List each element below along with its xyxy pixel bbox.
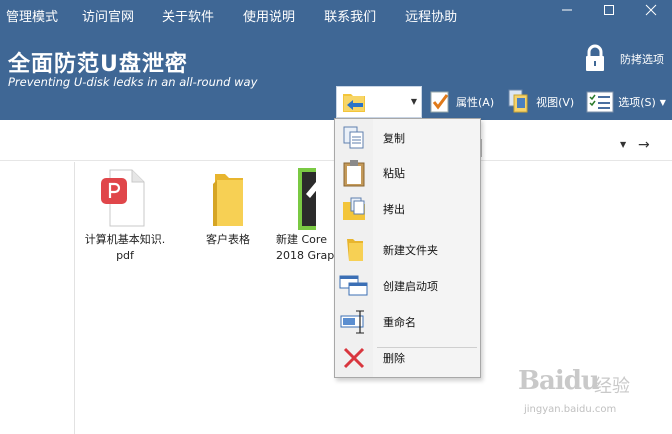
menu-official-site[interactable]: 访问官网 (82, 0, 134, 28)
minimize-button[interactable] (546, 0, 588, 20)
folder-icon (183, 168, 273, 232)
options-label: 选项(S) (618, 96, 656, 109)
watermark-cn: 经验 (594, 376, 630, 397)
menu-contact[interactable]: 联系我们 (324, 0, 376, 28)
view-label: 视图(V) (536, 96, 575, 109)
menu-item-export[interactable]: 拷出 (335, 192, 480, 226)
menu-item-rename-label: 重命名 (383, 316, 416, 329)
options-button[interactable]: 选项(S) ▼ (582, 88, 670, 116)
minimize-icon (562, 9, 572, 11)
menu-manage-mode[interactable]: 管理模式 (6, 0, 58, 28)
maximize-icon (604, 5, 614, 15)
menu-item-export-label: 拷出 (383, 203, 405, 216)
delete-x-icon (335, 346, 373, 370)
file-name-line1: 计算机基本知识. (84, 233, 166, 246)
menu-remote[interactable]: 远程协助 (405, 0, 457, 28)
menu-item-rename[interactable]: 重命名 (335, 305, 480, 339)
menubar: 管理模式 访问官网 关于软件 使用说明 联系我们 远程协助 (0, 0, 457, 28)
menu-item-paste-label: 粘贴 (383, 167, 405, 180)
app-window: 管理模式 访问官网 关于软件 使用说明 联系我们 远程协助 全面防范U盘泄密 P… (0, 0, 672, 434)
options-icon (586, 91, 614, 113)
menu-item-create-startup-label: 创建启动项 (383, 280, 438, 293)
folder-icon (335, 237, 373, 263)
go-arrow-icon[interactable]: → (638, 137, 650, 153)
menu-item-delete-label: 删除 (383, 352, 405, 365)
menu-item-paste[interactable]: 粘贴 (335, 156, 480, 190)
menu-item-new-folder[interactable]: 新建文件夹 (335, 233, 480, 267)
context-menu: 复制 粘贴 拷出 新建文件夹 创建启动项 重命名 删除 (334, 118, 481, 378)
menu-about[interactable]: 关于软件 (162, 0, 214, 28)
menu-item-new-folder-label: 新建文件夹 (383, 244, 438, 257)
watermark: Baidu 经验 jingyan.baidu.com (518, 358, 666, 428)
properties-button[interactable]: 属性(A) (426, 88, 498, 116)
menu-item-delete[interactable]: 删除 (335, 341, 480, 375)
properties-icon (430, 91, 449, 113)
properties-label: 属性(A) (456, 96, 495, 109)
copy-protect-options-label[interactable]: 防拷选项 (620, 51, 664, 67)
app-title: 全面防范U盘泄密 (8, 52, 188, 77)
menu-item-create-startup[interactable]: 创建启动项 (335, 269, 480, 303)
file-item[interactable]: 客户表格 (183, 168, 273, 248)
file-name-line1: 客户表格 (206, 233, 250, 246)
rename-icon (335, 309, 373, 335)
menu-help[interactable]: 使用说明 (243, 0, 295, 28)
clipboard-icon (335, 159, 373, 187)
address-dropdown-icon[interactable]: ▼ (620, 140, 626, 149)
toolbar: 属性(A) 视图(V) 选项(S) ▼ (426, 87, 670, 117)
chevron-down-icon: ▼ (410, 97, 417, 106)
file-name-line2: pdf (116, 249, 134, 262)
watermark-logo: Baidu (518, 366, 600, 396)
close-icon (645, 4, 657, 16)
folder-arrow-icon (343, 94, 365, 112)
lock-icon[interactable] (584, 44, 606, 76)
pane-divider (74, 162, 75, 434)
window-stack-icon (335, 275, 373, 297)
view-icon (508, 89, 528, 113)
menu-item-copy-label: 复制 (383, 132, 405, 145)
copy-icon (335, 125, 373, 151)
close-button[interactable] (630, 0, 672, 20)
window-controls (546, 0, 672, 20)
maximize-button[interactable] (588, 0, 630, 20)
menu-item-copy[interactable]: 复制 (335, 121, 480, 155)
view-button[interactable]: 视图(V) (504, 88, 578, 116)
file-item[interactable]: 计算机基本知识. pdf (80, 168, 170, 264)
pdf-file-icon (80, 168, 170, 232)
paste-dropdown-button[interactable]: ▼ (336, 86, 422, 118)
watermark-url: jingyan.baidu.com (524, 404, 617, 415)
app-subtitle: Preventing U-disk ledks in an all-round … (8, 75, 258, 89)
chevron-down-icon: ▼ (659, 97, 666, 107)
export-icon (335, 196, 373, 222)
